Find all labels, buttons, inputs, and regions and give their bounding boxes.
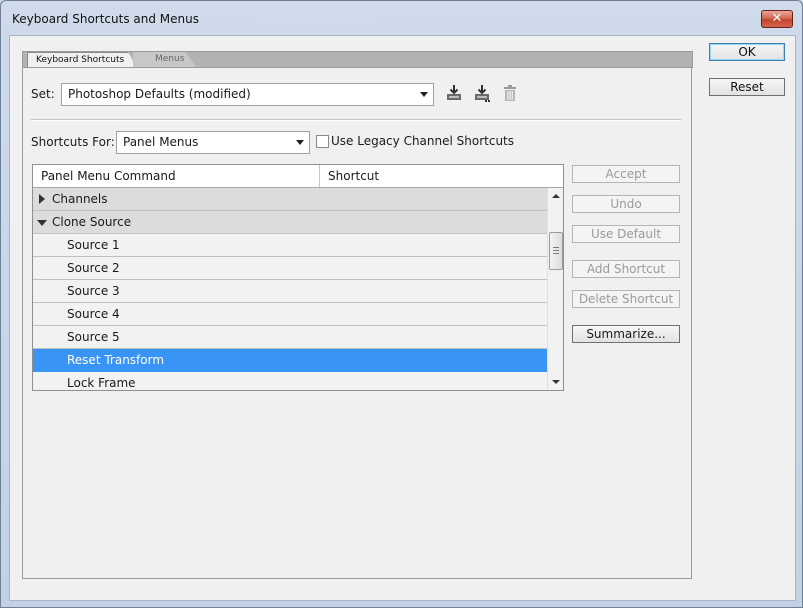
row-label: Source 3 — [67, 284, 120, 298]
table-row-channels[interactable]: Channels — [33, 188, 547, 211]
table-row[interactable]: Source 1 — [33, 234, 547, 257]
grip-line — [553, 253, 559, 254]
legacy-channel-checkbox[interactable] — [316, 135, 329, 148]
chevron-down-icon — [420, 92, 428, 97]
window-title: Keyboard Shortcuts and Menus — [12, 12, 199, 26]
table-row[interactable]: Source 3 — [33, 280, 547, 303]
shortcuts-table: Panel Menu Command Shortcut Channels Clo… — [32, 164, 564, 391]
column-header-command[interactable]: Panel Menu Command — [33, 165, 320, 187]
table-row[interactable]: Source 2 — [33, 257, 547, 280]
delete-shortcut-button[interactable]: Delete Shortcut — [572, 290, 680, 308]
shortcuts-for-dropdown[interactable]: Panel Menus — [116, 131, 310, 154]
accept-button[interactable]: Accept — [572, 165, 680, 183]
table-header: Panel Menu Command Shortcut — [33, 165, 563, 188]
table-row[interactable]: Source 4 — [33, 303, 547, 326]
close-button[interactable]: ✕ — [761, 10, 793, 28]
shortcuts-for-value: Panel Menus — [123, 135, 199, 149]
vertical-scrollbar[interactable] — [547, 188, 563, 390]
table-row-selected[interactable]: Reset Transform — [33, 349, 547, 372]
expand-arrow-icon[interactable] — [39, 194, 45, 204]
collapse-arrow-icon[interactable] — [37, 220, 47, 226]
row-label: Source 5 — [67, 330, 120, 344]
tab-strip: Keyboard Shortcuts Menus — [22, 51, 693, 68]
scroll-up-arrow-icon[interactable] — [552, 194, 560, 198]
row-label: Channels — [52, 192, 108, 206]
dialog-window: Keyboard Shortcuts and Menus ✕ Keyboard … — [0, 0, 803, 608]
table-row-clone-source[interactable]: Clone Source — [33, 211, 547, 234]
title-bar: Keyboard Shortcuts and Menus ✕ — [1, 1, 802, 35]
summarize-button[interactable]: Summarize... — [572, 325, 680, 343]
trash-icon[interactable] — [500, 83, 520, 103]
row-label: Clone Source — [52, 215, 132, 229]
use-default-button[interactable]: Use Default — [572, 225, 680, 243]
row-label: Source 4 — [67, 307, 120, 321]
scroll-down-arrow-icon[interactable] — [552, 380, 560, 384]
divider — [31, 119, 681, 121]
set-label: Set: — [31, 87, 55, 101]
dialog-client-area: Keyboard Shortcuts Menus Set: Photoshop … — [9, 35, 796, 601]
scrollbar-thumb[interactable] — [549, 232, 563, 270]
row-label: Source 1 — [67, 238, 120, 252]
reset-button[interactable]: Reset — [709, 78, 785, 96]
table-row[interactable]: Source 5 — [33, 326, 547, 349]
shortcuts-for-label: Shortcuts For: — [31, 135, 115, 149]
save-set-icon[interactable] — [444, 83, 464, 103]
chevron-down-icon — [296, 140, 304, 145]
table-row[interactable]: Lock Frame — [33, 372, 547, 390]
column-header-shortcut[interactable]: Shortcut — [320, 165, 563, 187]
set-dropdown-value: Photoshop Defaults (modified) — [68, 87, 251, 101]
tab-keyboard-shortcuts[interactable]: Keyboard Shortcuts — [27, 52, 137, 68]
tab-menus[interactable]: Menus — [133, 52, 197, 68]
add-shortcut-button[interactable]: Add Shortcut — [572, 260, 680, 278]
row-label: Source 2 — [67, 261, 120, 275]
row-label: Lock Frame — [67, 376, 136, 390]
set-dropdown[interactable]: Photoshop Defaults (modified) — [61, 83, 434, 106]
table-body: Channels Clone Source Source 1 Source 2 … — [33, 188, 547, 390]
ok-button[interactable]: OK — [709, 43, 785, 61]
legacy-channel-label: Use Legacy Channel Shortcuts — [331, 134, 515, 148]
save-as-set-icon[interactable] — [472, 83, 492, 103]
grip-line — [553, 250, 559, 251]
row-label: Reset Transform — [67, 353, 165, 367]
undo-button[interactable]: Undo — [572, 195, 680, 213]
grip-line — [553, 247, 559, 248]
